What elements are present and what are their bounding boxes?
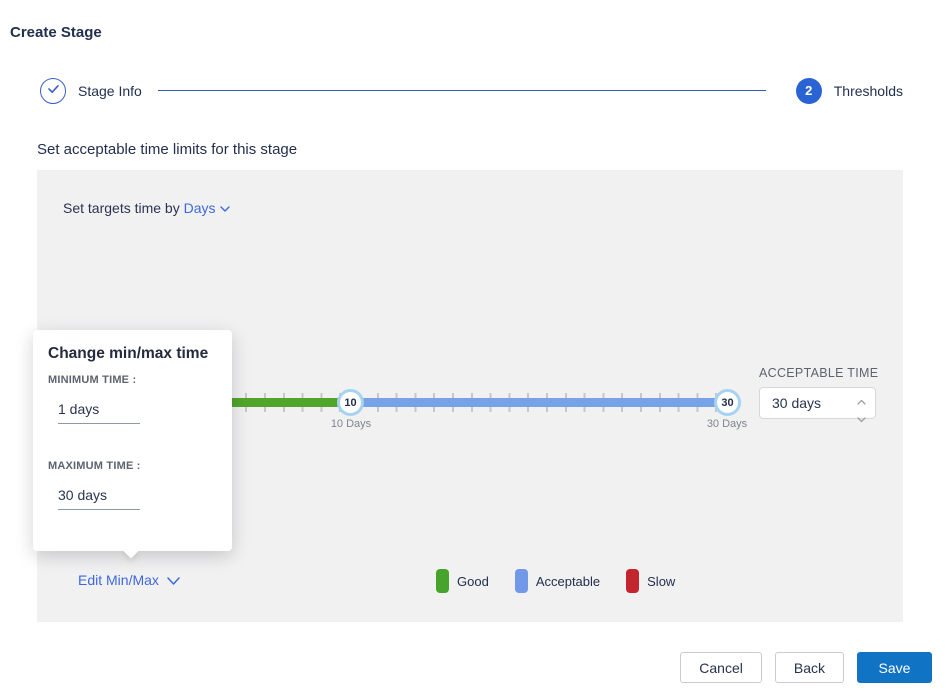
back-button[interactable]: Back [775,652,844,683]
legend: Good Acceptable Slow [436,569,675,593]
slider-max-label: 30 Days [687,418,767,430]
slider-max-handle-value: 30 [721,397,733,409]
slider-min-handle-value: 10 [344,397,356,409]
change-minmax-popover: Change min/max time MINIMUM TIME : MAXIM… [33,330,232,551]
chevron-down-icon [220,199,230,215]
minimum-time-input[interactable] [58,401,140,424]
chevron-up-icon[interactable] [857,392,866,410]
step-stage-info-indicator[interactable] [40,78,66,104]
save-button[interactable]: Save [857,652,932,683]
stepper-connector-line [158,90,766,91]
legend-label: Slow [647,574,675,589]
edit-minmax-link[interactable]: Edit Min/Max [78,572,180,588]
step-thresholds-indicator[interactable]: 2 [796,78,822,104]
slider-max-handle[interactable]: 30 [714,389,741,416]
page-title: Create Stage [10,24,102,41]
legend-item-acceptable: Acceptable [515,569,600,593]
cancel-button[interactable]: Cancel [680,652,762,683]
acceptable-time-label: ACCEPTABLE TIME [759,366,878,380]
unit-dropdown[interactable]: Days [184,200,230,216]
legend-label: Acceptable [536,574,600,589]
create-stage-page: Create Stage Stage Info 2 Thresholds Set… [0,0,945,697]
acceptable-time-stepper[interactable] [855,392,867,416]
slow-swatch [626,569,639,593]
slider-track-acceptable[interactable] [351,398,727,407]
popover-title: Change min/max time [48,345,208,363]
legend-item-good: Good [436,569,489,593]
set-targets-row: Set targets time by Days [63,199,230,216]
minimum-time-label: MINIMUM TIME : [48,374,136,386]
step-stage-info-label: Stage Info [78,83,142,99]
chevron-down-icon[interactable] [857,410,866,428]
edit-minmax-label: Edit Min/Max [78,572,159,588]
legend-label: Good [457,574,489,589]
legend-item-slow: Slow [626,569,675,593]
set-targets-prefix: Set targets time by [63,200,180,216]
maximum-time-label: MAXIMUM TIME : [48,460,141,472]
slider-min-label: 10 Days [311,418,391,430]
slider-min-handle[interactable]: 10 [337,389,364,416]
chevron-down-icon [167,572,180,588]
footer-actions: Cancel Back Save [680,652,932,683]
acceptable-swatch [515,569,528,593]
unit-dropdown-value: Days [184,200,216,216]
good-swatch [436,569,449,593]
check-icon [45,80,62,102]
acceptable-time-input[interactable]: 30 days [759,387,876,419]
acceptable-time-value: 30 days [772,395,821,411]
maximum-time-input[interactable] [58,487,140,510]
step-thresholds-label: Thresholds [834,83,903,99]
step-number: 2 [805,83,812,98]
section-subtitle: Set acceptable time limits for this stag… [37,141,297,158]
stepper: Stage Info 2 Thresholds [40,77,903,104]
